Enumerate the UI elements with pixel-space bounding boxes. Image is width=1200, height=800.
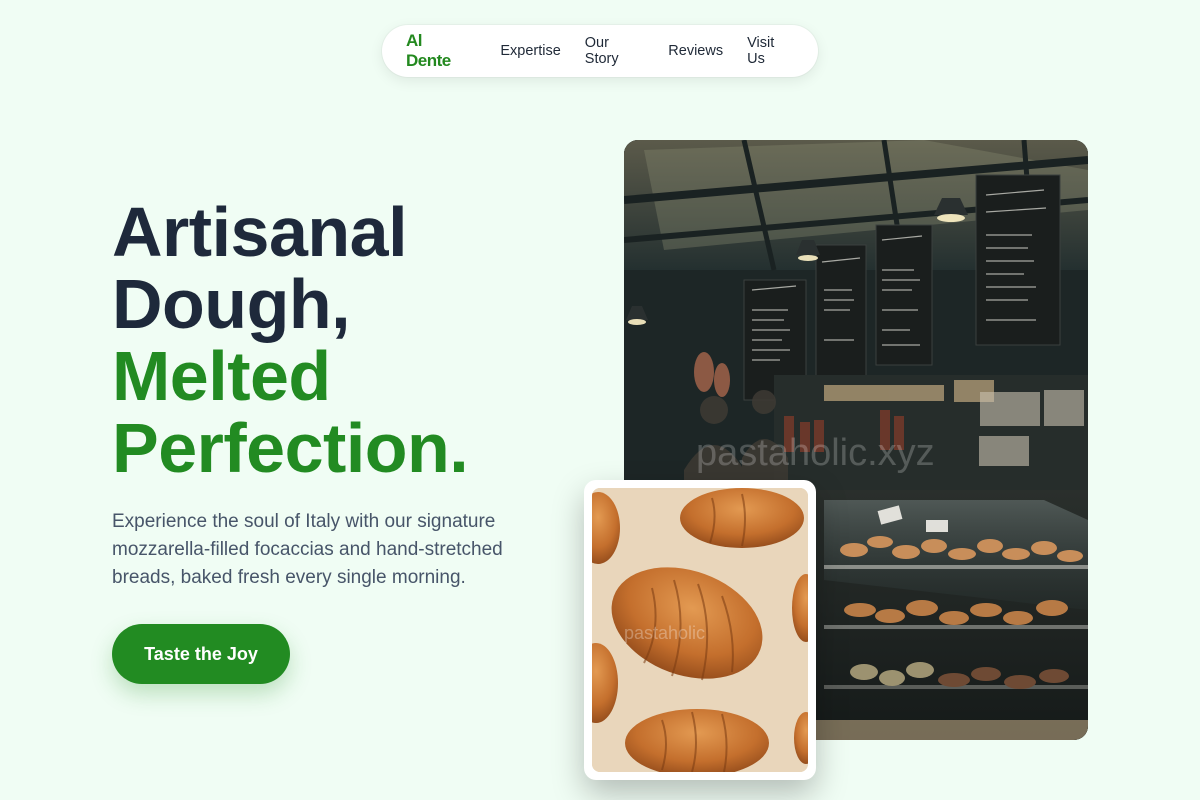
croissant-watermark: pastaholic bbox=[624, 623, 705, 643]
nav-link-our-story[interactable]: Our Story bbox=[585, 35, 645, 67]
hero-title-line-2: Dough, bbox=[112, 265, 351, 343]
nav-link-visit-us[interactable]: Visit Us bbox=[747, 35, 794, 67]
hero-title-line-3: Melted bbox=[112, 337, 331, 415]
top-nav: Al Dente Expertise Our Story Reviews Vis… bbox=[382, 25, 818, 77]
brand-logo[interactable]: Al Dente bbox=[406, 31, 468, 71]
nav-link-expertise[interactable]: Expertise bbox=[500, 43, 560, 59]
nav-link-reviews[interactable]: Reviews bbox=[668, 43, 723, 59]
shop-watermark: pastaholic.xyz bbox=[696, 432, 935, 474]
hero-title-line-4: Perfection. bbox=[112, 409, 469, 487]
hero-title-line-1: Artisanal bbox=[112, 193, 408, 271]
croissant-photo-card: pastaholic bbox=[584, 480, 816, 780]
taste-the-joy-button[interactable]: Taste the Joy bbox=[112, 624, 290, 684]
croissant-image: pastaholic bbox=[592, 488, 808, 772]
hero-subtitle: Experience the soul of Italy with our si… bbox=[112, 511, 503, 588]
hero-title: Artisanal Dough, Melted Perfection. bbox=[112, 193, 469, 487]
